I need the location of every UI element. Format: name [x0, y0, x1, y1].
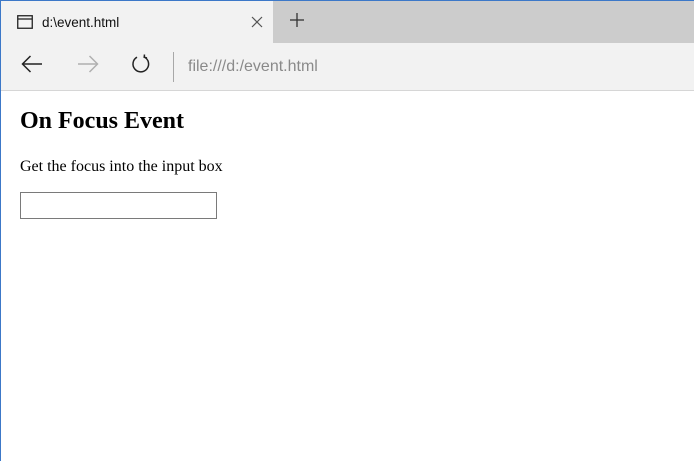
page-title: On Focus Event — [20, 108, 185, 134]
plus-icon — [289, 12, 305, 33]
arrow-right-icon — [77, 55, 99, 78]
focus-input[interactable] — [20, 192, 217, 219]
instruction-text: Get the focus into the input box — [20, 158, 223, 175]
close-icon[interactable] — [246, 11, 268, 33]
navigation-bar: file:///d:/event.html — [1, 43, 694, 91]
address-bar[interactable]: file:///d:/event.html — [188, 58, 318, 76]
browser-window: d:\event.html file:///d:/event.html On F… — [0, 0, 694, 461]
arrow-left-icon — [21, 55, 43, 78]
refresh-icon — [131, 54, 151, 79]
back-button[interactable] — [9, 43, 55, 90]
forward-button[interactable] — [64, 43, 112, 90]
refresh-button[interactable] — [117, 43, 165, 90]
address-separator — [173, 51, 174, 82]
tab-strip: d:\event.html — [1, 1, 694, 43]
tab-page-icon — [14, 11, 36, 33]
tab-title: d:\event.html — [42, 14, 120, 30]
page-content: On Focus Event Get the focus into the in… — [1, 91, 694, 219]
new-tab-button[interactable] — [273, 1, 321, 43]
tab-active[interactable]: d:\event.html — [1, 1, 273, 43]
